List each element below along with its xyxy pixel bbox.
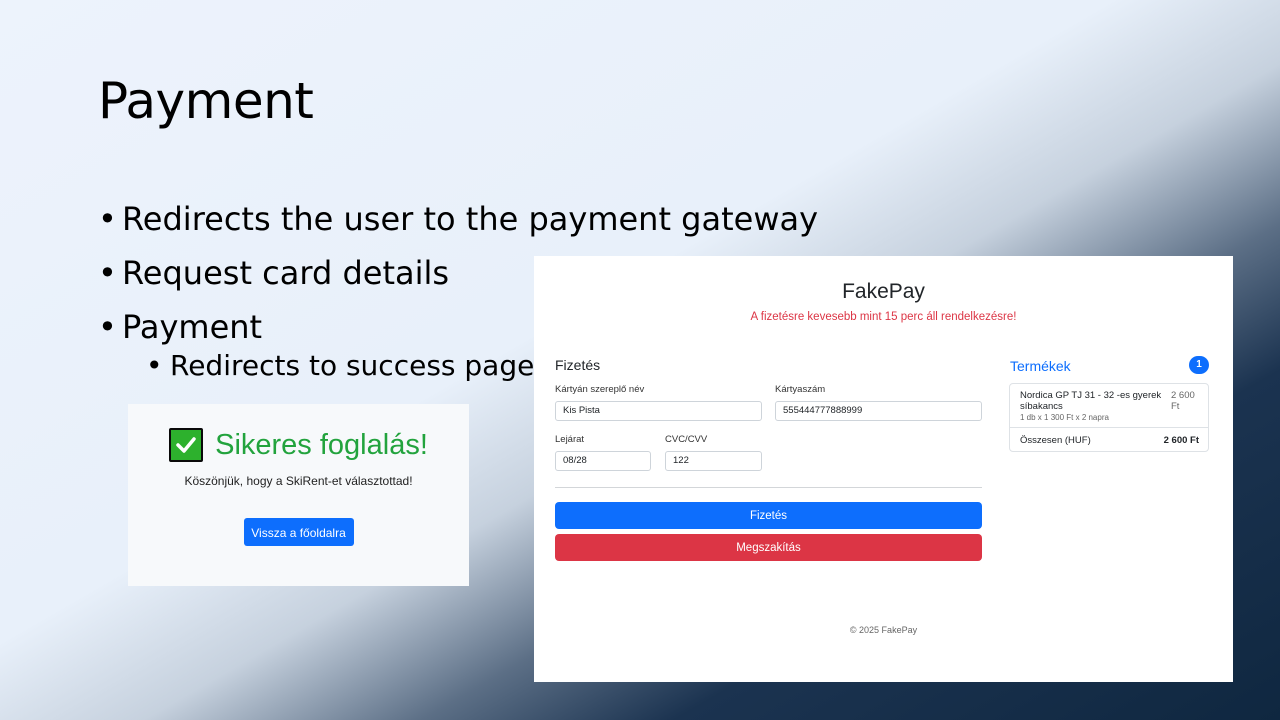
back-to-home-button[interactable]: Vissza a főoldalra bbox=[243, 518, 354, 546]
pay-button[interactable]: Fizetés bbox=[555, 502, 982, 529]
success-message: Köszönjük, hogy a SkiRent-et választotta… bbox=[184, 474, 413, 488]
cart-item-detail: 1 db x 1 300 Ft x 2 napra bbox=[1020, 413, 1109, 422]
expiry-input[interactable]: 08/28 bbox=[555, 451, 651, 471]
bullet-item: Redirects the user to the payment gatewa… bbox=[98, 192, 818, 246]
success-page-screenshot: Sikeres foglalás! Köszönjük, hogy a SkiR… bbox=[128, 404, 469, 586]
form-divider bbox=[555, 487, 982, 488]
check-mark-icon bbox=[169, 428, 204, 462]
payment-form-title: Fizetés bbox=[555, 357, 601, 373]
card-number-label: Kártyaszám bbox=[775, 384, 826, 395]
slide-title: Payment bbox=[98, 72, 314, 130]
cart-item-name: Nordica GP TJ 31 - 32 -es gyerek síbakan… bbox=[1020, 390, 1162, 412]
cart-item: Nordica GP TJ 31 - 32 -es gyerek síbakan… bbox=[1010, 384, 1208, 428]
fakepay-brand: FakePay bbox=[842, 280, 925, 303]
products-title: Termékek bbox=[1010, 358, 1071, 374]
cardholder-input[interactable]: Kis Pista bbox=[555, 401, 762, 421]
cart-list: Nordica GP TJ 31 - 32 -es gyerek síbakan… bbox=[1009, 383, 1209, 452]
cvc-input[interactable]: 122 bbox=[665, 451, 762, 471]
fakepay-footer: © 2025 FakePay bbox=[849, 625, 918, 635]
cardholder-label: Kártyán szereplő név bbox=[555, 384, 645, 395]
cvc-label: CVC/CVV bbox=[665, 434, 708, 445]
cancel-button[interactable]: Megszakítás bbox=[555, 534, 982, 561]
cart-item-price: 2 600 Ft bbox=[1171, 390, 1195, 412]
cart-total-label: Összesen (HUF) bbox=[1020, 435, 1091, 446]
expiry-label: Lejárat bbox=[555, 434, 585, 445]
success-title: Sikeres foglalás! bbox=[215, 428, 428, 461]
cart-total-row: Összesen (HUF) 2 600 Ft bbox=[1010, 428, 1208, 451]
fakepay-page-screenshot: FakePay A fizetésre kevesebb mint 15 per… bbox=[534, 256, 1233, 682]
cart-count-badge: 1 bbox=[1189, 356, 1209, 374]
card-number-input[interactable]: 555444777888999 bbox=[775, 401, 982, 421]
time-warning: A fizetésre kevesebb mint 15 perc áll re… bbox=[750, 311, 1017, 323]
success-heading: Sikeres foglalás! bbox=[128, 428, 469, 462]
cart-total-value: 2 600 Ft bbox=[1163, 435, 1199, 446]
